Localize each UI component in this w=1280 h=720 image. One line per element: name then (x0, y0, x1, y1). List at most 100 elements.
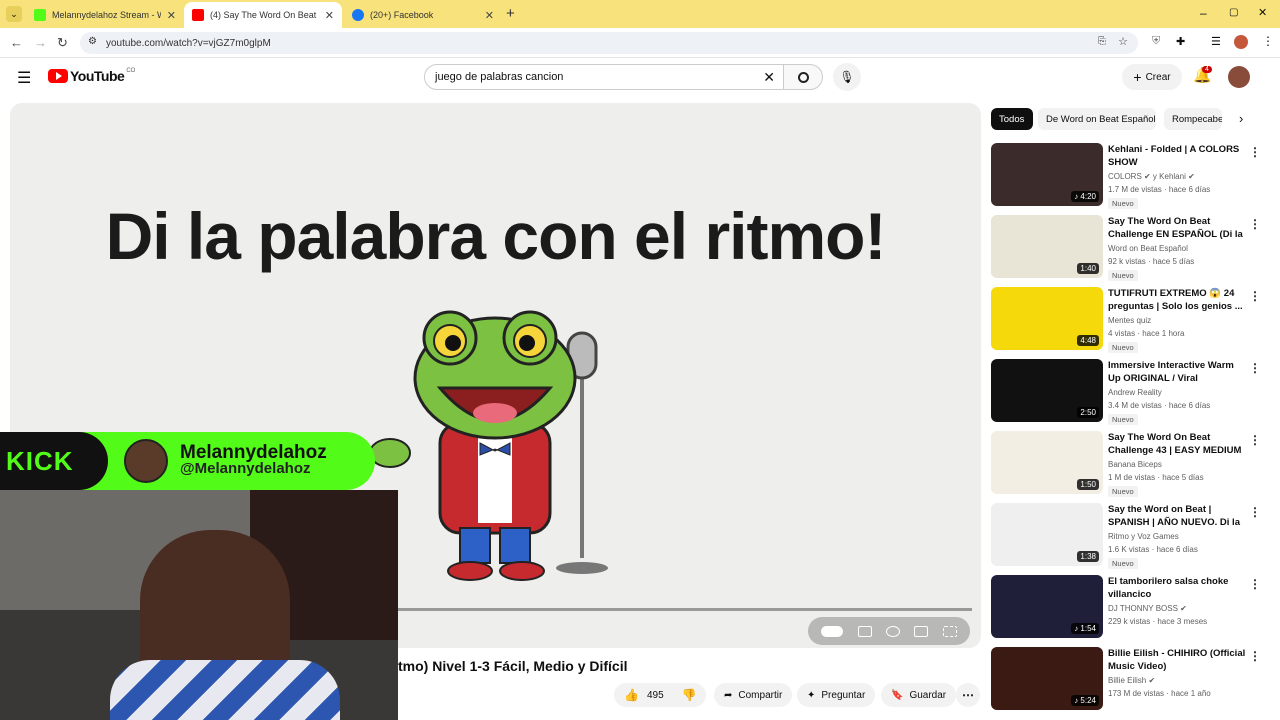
channel-name[interactable]: COLORS ✔ y Kehlani ✔ (1108, 172, 1195, 181)
settings-gear-icon[interactable] (885, 625, 900, 637)
ask-button[interactable]: ✦ Preguntar (797, 683, 876, 707)
tab-list-chevron-icon[interactable]: ⌄ (6, 6, 22, 22)
view-meta: 4 vistas · hace 1 hora (1108, 329, 1185, 338)
reload-icon[interactable]: ↻ (57, 35, 68, 51)
channel-name[interactable]: Andrew Reality (1108, 388, 1162, 397)
youtube-logo[interactable]: YouTube CO (48, 68, 135, 84)
stream-overlay-banner: KICK Melannydelahoz @Melannydelahoz (0, 432, 375, 490)
duration-badge: ♪ 5:24 (1071, 695, 1099, 706)
video-thumbnail[interactable]: 4:48 (991, 287, 1103, 350)
maximize-icon[interactable]: ▢ (1229, 7, 1238, 18)
more-options-icon[interactable]: ⋮ (1249, 577, 1261, 591)
clear-search-icon[interactable]: ✕ (763, 69, 775, 86)
ask-label: Preguntar (821, 689, 866, 701)
video-progress-bar[interactable] (398, 608, 972, 611)
hamburger-menu-icon[interactable]: ☰ (17, 68, 31, 88)
like-icon[interactable]: 👍 (624, 688, 639, 702)
url-text: youtube.com/watch?v=vjGZ7m0glpM (106, 37, 271, 49)
extensions-icon[interactable]: ✚ (1176, 35, 1185, 48)
subtitles-icon[interactable] (857, 625, 872, 637)
share-button[interactable]: ➦ Compartir (714, 683, 793, 707)
browser-menu-icon[interactable]: ⋮ (1262, 34, 1274, 48)
forward-arrow-icon[interactable]: → (34, 35, 47, 50)
recommendation-title[interactable]: El tamborilero salsa choke villancico (1108, 575, 1246, 601)
chip-all[interactable]: Todos (991, 108, 1033, 130)
channel-name[interactable]: Banana Biceps (1108, 460, 1162, 469)
video-thumbnail[interactable]: 1:38 (991, 503, 1103, 566)
new-tab-button[interactable]: + (506, 5, 515, 22)
chip-puzzles[interactable]: Rompecabezas (1164, 108, 1222, 130)
view-meta: 173 M de vistas · hace 1 año (1108, 689, 1211, 698)
browser-tab[interactable]: Melannydelahoz Stream - Watch ✕ (26, 2, 184, 28)
more-options-icon[interactable]: ⋮ (1249, 361, 1261, 375)
recommendation-title[interactable]: Say The Word On Beat Challenge 43 | EASY… (1108, 431, 1246, 457)
recommendation-item[interactable]: ♪ 1:54 El tamborilero salsa choke villan… (991, 575, 1266, 641)
channel-name[interactable]: Billie Eilish ✔ (1108, 676, 1155, 685)
recommendation-item[interactable]: 1:38 Say the Word on Beat | SPANISH | AÑ… (991, 503, 1266, 569)
like-count[interactable]: 495 (647, 690, 664, 701)
view-meta: 1.7 M de vistas · hace 6 días (1108, 185, 1211, 194)
media-icon[interactable]: ☰ (1211, 35, 1221, 48)
video-thumbnail[interactable]: ♪ 4:20 (991, 143, 1103, 206)
more-actions-button[interactable]: ⋯ (956, 683, 980, 707)
close-tab-icon[interactable]: ✕ (167, 9, 176, 22)
video-overlay-headline: Di la palabra con el ritmo! (105, 199, 887, 273)
install-icon[interactable]: ⎘ (1098, 36, 1106, 47)
recommendation-item[interactable]: 2:50 Immersive Interactive Warm Up ORIGI… (991, 359, 1266, 425)
browser-tab-active[interactable]: (4) Say The Word On Beat Chal ✕ (184, 2, 342, 28)
url-field[interactable]: ⚙ youtube.com/watch?v=vjGZ7m0glpM ⎘ ☆ (80, 32, 1138, 54)
recommendation-item[interactable]: ♪ 5:24 Billie Eilish - CHIHIRO (Official… (991, 647, 1266, 713)
channel-name[interactable]: Word on Beat Español (1108, 244, 1188, 253)
autoplay-toggle-icon[interactable] (821, 625, 844, 637)
close-tab-icon[interactable]: ✕ (325, 9, 334, 22)
back-arrow-icon[interactable]: ← (10, 35, 23, 50)
recommendation-item[interactable]: ♪ 4:20 Kehlani - Folded | A COLORS SHOW … (991, 143, 1266, 209)
video-thumbnail[interactable]: 1:50 (991, 431, 1103, 494)
dislike-icon[interactable]: 👎 (682, 688, 697, 702)
video-thumbnail[interactable]: 1:40 (991, 215, 1103, 278)
site-info-icon[interactable]: ⚙ (88, 36, 97, 47)
miniplayer-icon[interactable] (914, 625, 929, 637)
channel-name[interactable]: Mentes quiz (1108, 316, 1151, 325)
chips-next-chevron-icon[interactable]: › (1239, 111, 1243, 126)
save-button[interactable]: 🔖 Guardar (881, 683, 957, 707)
youtube-favicon-icon (192, 9, 204, 21)
bookmark-star-icon[interactable]: ☆ (1118, 35, 1128, 48)
video-thumbnail[interactable]: ♪ 1:54 (991, 575, 1103, 638)
kick-logo: KICK (0, 432, 108, 490)
recommendation-title[interactable]: Billie Eilish - CHIHIRO (Official Music … (1108, 647, 1246, 673)
recommendation-item[interactable]: 1:50 Say The Word On Beat Challenge 43 |… (991, 431, 1266, 497)
more-options-icon[interactable]: ⋮ (1249, 217, 1261, 231)
recommendation-title[interactable]: TUTIFRUTI EXTREMO 😱 24 preguntas | Solo … (1108, 287, 1246, 313)
chip-word-on-beat[interactable]: De Word on Beat Español (1038, 108, 1156, 130)
create-label: Crear (1145, 71, 1171, 83)
browser-tab-bar: ⌄ Melannydelahoz Stream - Watch ✕ (4) Sa… (0, 0, 1280, 28)
more-options-icon[interactable]: ⋮ (1249, 433, 1261, 447)
profile-avatar[interactable] (1234, 35, 1248, 49)
close-tab-icon[interactable]: ✕ (485, 9, 494, 22)
video-thumbnail[interactable]: 2:50 (991, 359, 1103, 422)
recommendation-title[interactable]: Say The Word On Beat Challenge EN ESPAÑO… (1108, 215, 1246, 241)
recommendation-title[interactable]: Kehlani - Folded | A COLORS SHOW (1108, 143, 1246, 169)
fullscreen-icon[interactable] (942, 625, 957, 637)
more-options-icon[interactable]: ⋮ (1249, 649, 1261, 663)
voice-search-button[interactable]: 🎙 (833, 63, 861, 91)
video-thumbnail[interactable]: ♪ 5:24 (991, 647, 1103, 710)
channel-name[interactable]: DJ THONNY BOSS ✔ (1108, 604, 1187, 613)
search-input[interactable]: juego de palabras cancion ✕ (424, 64, 784, 90)
create-button[interactable]: + Crear (1122, 64, 1182, 90)
recommendation-title[interactable]: Immersive Interactive Warm Up ORIGINAL /… (1108, 359, 1246, 385)
more-options-icon[interactable]: ⋮ (1249, 505, 1261, 519)
shield-icon[interactable]: ⛨ (1152, 35, 1160, 48)
browser-tab[interactable]: (20+) Facebook ✕ (344, 2, 502, 28)
account-avatar[interactable] (1228, 66, 1250, 88)
search-button[interactable] (783, 64, 823, 90)
close-window-icon[interactable]: ✕ (1258, 6, 1267, 19)
channel-name[interactable]: Ritmo y Voz Games (1108, 532, 1179, 541)
more-options-icon[interactable]: ⋮ (1249, 145, 1261, 159)
more-options-icon[interactable]: ⋮ (1249, 289, 1261, 303)
recommendation-title[interactable]: Say the Word on Beat | SPANISH | AÑO NUE… (1108, 503, 1246, 529)
recommendation-item[interactable]: 1:40 Say The Word On Beat Challenge EN E… (991, 215, 1266, 281)
minimize-icon[interactable]: – (1200, 6, 1207, 20)
recommendation-item[interactable]: 4:48 TUTIFRUTI EXTREMO 😱 24 preguntas | … (991, 287, 1266, 353)
